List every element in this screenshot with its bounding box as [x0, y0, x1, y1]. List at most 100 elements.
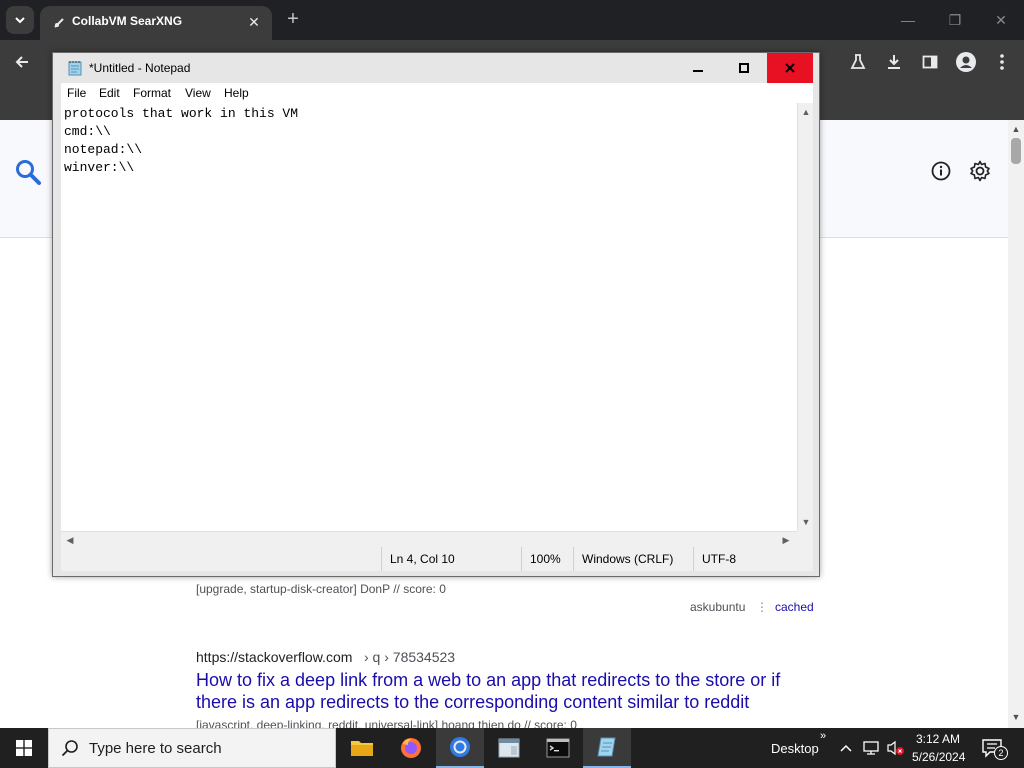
window-app-icon: [498, 738, 520, 758]
about-button[interactable]: [930, 160, 952, 182]
toolbar-expand-icon[interactable]: »: [820, 730, 826, 742]
close-icon: [785, 63, 795, 73]
tab-search-button[interactable]: [6, 6, 34, 34]
clock-time[interactable]: 3:12 AM: [916, 732, 960, 746]
notepad-text-area[interactable]: protocols that work in this VM cmd:\\ no…: [61, 103, 797, 531]
page-scrollbar[interactable]: ▲ ▼: [1008, 120, 1024, 728]
page-scroll-thumb[interactable]: [1011, 138, 1021, 164]
profile-button[interactable]: [954, 50, 978, 74]
gear-icon: [970, 160, 990, 182]
side-panel-icon: [922, 55, 938, 69]
search-button[interactable]: [14, 158, 42, 186]
result-1-cached-link[interactable]: cached: [775, 600, 814, 614]
windows-logo-icon: [16, 740, 32, 756]
clock-date[interactable]: 5/26/2024: [912, 750, 965, 764]
browser-tab-bar: CollabVM SearXNG ✕ + — ❐ ✕: [0, 0, 1024, 40]
result-1-engine: askubuntu: [690, 600, 746, 614]
result-1-meta: [upgrade, startup-disk-creator] DonP // …: [196, 582, 446, 596]
scroll-right-icon[interactable]: ▶: [779, 533, 793, 547]
chevron-down-icon: [15, 17, 25, 24]
result-2-title-line-2[interactable]: there is an app redirects to the corresp…: [196, 691, 749, 713]
chrome-icon: [450, 737, 470, 757]
tab-title: CollabVM SearXNG: [72, 14, 183, 28]
search-icon: [61, 740, 78, 757]
notepad-title: *Untitled - Notepad: [89, 61, 191, 75]
browser-close-button[interactable]: ✕: [986, 8, 1016, 32]
searxng-favicon-icon: [54, 18, 64, 28]
status-zoom: 100%: [521, 547, 573, 571]
page-scroll-down-icon[interactable]: ▼: [1009, 710, 1023, 724]
maximize-icon: [739, 63, 749, 73]
menu-format[interactable]: Format: [133, 86, 171, 100]
windows-taskbar: Type here to search Desktop » 3:12 AM 5/…: [0, 728, 1024, 768]
speaker-muted-icon: [887, 740, 904, 756]
status-cursor-position: Ln 4, Col 10: [381, 547, 521, 571]
notepad-app-icon: [68, 61, 82, 76]
flask-icon: [850, 54, 866, 69]
info-icon: [931, 161, 951, 181]
notepad-vertical-scrollbar[interactable]: ▲ ▼: [797, 103, 813, 531]
scroll-up-icon[interactable]: ▲: [799, 105, 813, 119]
status-line-ending: Windows (CRLF): [573, 547, 693, 571]
scroll-down-icon[interactable]: ▼: [799, 515, 813, 529]
firefox-icon: [401, 738, 421, 758]
chevron-up-icon: [840, 744, 852, 752]
notification-count-badge: 2: [994, 746, 1008, 760]
taskbar-search-box[interactable]: Type here to search: [48, 728, 336, 768]
avatar-icon: [956, 52, 976, 72]
taskbar-search-placeholder: Type here to search: [89, 740, 222, 757]
taskbar-notepad[interactable]: [583, 728, 631, 768]
minimize-icon: [693, 70, 703, 72]
terminal-icon: [546, 738, 570, 758]
search-icon: [16, 160, 41, 185]
arrow-left-icon: [15, 56, 28, 68]
show-hidden-icons-button[interactable]: [838, 740, 854, 756]
network-icon: [863, 741, 879, 755]
menu-help[interactable]: Help: [224, 86, 249, 100]
notepad-menubar: File Edit Format View Help: [61, 83, 813, 103]
side-panel-button[interactable]: [918, 50, 942, 74]
result-2-path: › q › 78534523: [364, 649, 456, 665]
menu-button[interactable]: [990, 50, 1014, 74]
menu-file[interactable]: File: [67, 86, 86, 100]
notepad-maximize-button[interactable]: [721, 53, 767, 83]
taskbar-file-explorer[interactable]: [338, 728, 386, 768]
notepad-scroll-corner: [797, 531, 813, 547]
tab-close-icon[interactable]: ✕: [244, 12, 264, 32]
notification-center-button[interactable]: 2: [982, 738, 1008, 760]
kebab-menu-icon: [1000, 54, 1004, 70]
result-2-title-line-1[interactable]: How to fix a deep link from a web to an …: [196, 669, 780, 691]
result-2-meta: [javascript, deep-linking, reddit, unive…: [196, 718, 577, 728]
new-tab-button[interactable]: +: [282, 8, 304, 30]
notepad-icon: [597, 737, 616, 757]
start-button[interactable]: [0, 728, 48, 768]
taskbar-command-prompt[interactable]: [534, 728, 582, 768]
labs-button[interactable]: [846, 50, 870, 74]
folder-icon: [351, 741, 373, 756]
preferences-button[interactable]: [968, 159, 992, 183]
notepad-titlebar[interactable]: *Untitled - Notepad: [53, 53, 819, 83]
taskbar-firefox[interactable]: [387, 728, 435, 768]
taskbar-chrome[interactable]: [436, 728, 484, 768]
scroll-left-icon[interactable]: ◀: [63, 533, 77, 547]
volume-button[interactable]: [886, 740, 906, 756]
notepad-close-button[interactable]: [767, 53, 813, 83]
browser-tab[interactable]: CollabVM SearXNG ✕: [40, 6, 272, 40]
page-scroll-up-icon[interactable]: ▲: [1009, 122, 1023, 136]
result-2-url[interactable]: https://stackoverflow.com: [196, 649, 352, 665]
menu-view[interactable]: View: [185, 86, 211, 100]
menu-edit[interactable]: Edit: [99, 86, 120, 100]
result-1-separator-icon: ⋮: [756, 600, 768, 614]
notepad-window[interactable]: *Untitled - Notepad File Edit Format Vie…: [52, 52, 820, 577]
back-button[interactable]: [10, 50, 34, 74]
notepad-horizontal-scrollbar[interactable]: ◀ ▶: [61, 531, 797, 547]
desktop-toolbar-label[interactable]: Desktop: [771, 741, 819, 756]
downloads-button[interactable]: [882, 50, 906, 74]
network-button[interactable]: [862, 740, 880, 756]
browser-minimize-button[interactable]: —: [893, 8, 923, 32]
taskbar-app-window[interactable]: [485, 728, 533, 768]
browser-restore-button[interactable]: ❐: [940, 8, 970, 32]
download-icon: [888, 55, 900, 69]
notepad-minimize-button[interactable]: [675, 53, 721, 83]
notepad-status-bar: Ln 4, Col 10 100% Windows (CRLF) UTF-8: [61, 547, 813, 571]
